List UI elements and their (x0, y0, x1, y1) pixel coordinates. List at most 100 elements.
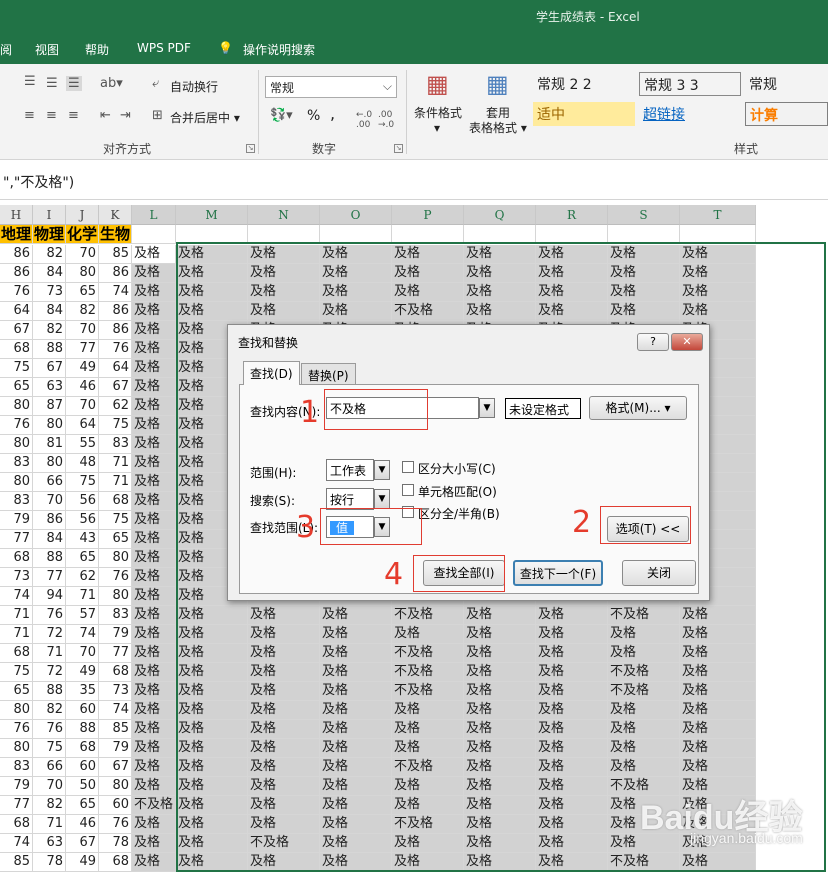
table-cell[interactable]: 及格 (680, 245, 756, 264)
table-cell[interactable]: 及格 (320, 834, 392, 853)
table-cell[interactable]: 及格 (464, 264, 536, 283)
table-cell[interactable]: 及格 (536, 606, 608, 625)
header-cell[interactable] (248, 225, 320, 244)
column-header-T[interactable]: T (680, 205, 756, 225)
table-cell[interactable]: 及格 (392, 264, 464, 283)
table-cell[interactable]: 80 (66, 264, 99, 283)
menu-item-1[interactable]: 视图 (35, 41, 59, 58)
table-cell[interactable]: 及格 (320, 283, 392, 302)
table-cell[interactable]: 及格 (464, 777, 536, 796)
table-cell[interactable]: 及格 (132, 549, 176, 568)
table-cell[interactable]: 及格 (680, 663, 756, 682)
table-cell[interactable]: 83 (0, 492, 33, 511)
table-cell[interactable]: 及格 (132, 473, 176, 492)
column-header-M[interactable]: M (176, 205, 248, 225)
table-cell[interactable]: 及格 (248, 644, 320, 663)
table-cell[interactable]: 及格 (320, 720, 392, 739)
table-cell[interactable]: 80 (99, 587, 132, 606)
table-cell[interactable]: 79 (0, 777, 33, 796)
table-cell[interactable]: 不及格 (392, 663, 464, 682)
table-cell[interactable]: 80 (99, 777, 132, 796)
table-cell[interactable]: 76 (99, 568, 132, 587)
table-cell[interactable]: 71 (99, 454, 132, 473)
table-cell[interactable]: 80 (0, 701, 33, 720)
table-cell[interactable]: 43 (66, 530, 99, 549)
table-cell[interactable]: 及格 (320, 853, 392, 872)
align-left-icon[interactable]: ≡ (24, 108, 35, 123)
table-cell[interactable]: 及格 (176, 701, 248, 720)
table-cell[interactable]: 86 (33, 511, 66, 530)
match-cell-checkbox[interactable] (402, 484, 414, 496)
scope-select[interactable]: 工作表 (326, 459, 374, 481)
search-select[interactable]: 按行 (326, 488, 374, 510)
table-cell[interactable]: 及格 (176, 739, 248, 758)
table-cell[interactable]: 70 (66, 245, 99, 264)
menu-item-0[interactable]: 阅 (0, 41, 12, 58)
menu-item-3[interactable]: WPS PDF (137, 41, 191, 55)
table-cell[interactable]: 及格 (248, 701, 320, 720)
table-cell[interactable]: 68 (66, 739, 99, 758)
table-cell[interactable]: 64 (66, 416, 99, 435)
table-cell[interactable]: 46 (66, 815, 99, 834)
help-button[interactable]: ? (637, 333, 669, 351)
table-cell[interactable]: 及格 (248, 853, 320, 872)
table-cell[interactable]: 及格 (176, 777, 248, 796)
table-cell[interactable]: 75 (99, 511, 132, 530)
table-cell[interactable]: 及格 (132, 264, 176, 283)
table-cell[interactable]: 82 (33, 245, 66, 264)
table-cell[interactable]: 68 (0, 644, 33, 663)
align-bottom-icon[interactable]: ☰ (66, 76, 82, 91)
table-cell[interactable]: 71 (99, 473, 132, 492)
table-cell[interactable]: 及格 (680, 758, 756, 777)
header-cell[interactable] (320, 225, 392, 244)
table-cell[interactable]: 80 (0, 739, 33, 758)
table-cell[interactable]: 81 (33, 435, 66, 454)
table-cell[interactable]: 及格 (132, 416, 176, 435)
table-cell[interactable]: 及格 (132, 359, 176, 378)
table-cell[interactable]: 不及格 (392, 815, 464, 834)
table-cell[interactable]: 74 (0, 834, 33, 853)
table-cell[interactable]: 88 (33, 340, 66, 359)
table-cell[interactable]: 及格 (464, 625, 536, 644)
align-middle-icon[interactable]: ☰ (46, 76, 58, 91)
table-cell[interactable]: 及格 (176, 245, 248, 264)
table-cell[interactable]: 60 (66, 758, 99, 777)
table-cell[interactable]: 及格 (248, 739, 320, 758)
table-cell[interactable]: 不及格 (608, 663, 680, 682)
table-cell[interactable]: 74 (99, 701, 132, 720)
table-cell[interactable]: 及格 (248, 606, 320, 625)
table-cell[interactable]: 71 (0, 606, 33, 625)
table-cell[interactable]: 及格 (608, 720, 680, 739)
table-cell[interactable]: 70 (66, 644, 99, 663)
table-cell[interactable]: 及格 (608, 245, 680, 264)
table-cell[interactable]: 及格 (392, 796, 464, 815)
close-icon[interactable]: ✕ (671, 333, 703, 351)
merge-center-button[interactable]: 合并后居中 ▾ (170, 109, 240, 126)
table-cell[interactable]: 及格 (248, 796, 320, 815)
table-cell[interactable]: 63 (33, 834, 66, 853)
table-cell[interactable]: 68 (0, 815, 33, 834)
table-cell[interactable]: 88 (33, 549, 66, 568)
table-cell[interactable]: 65 (66, 549, 99, 568)
table-cell[interactable]: 66 (33, 473, 66, 492)
table-cell[interactable]: 86 (99, 321, 132, 340)
table-cell[interactable]: 76 (0, 416, 33, 435)
table-cell[interactable]: 49 (66, 853, 99, 872)
table-cell[interactable]: 及格 (320, 815, 392, 834)
table-cell[interactable]: 80 (33, 454, 66, 473)
table-cell[interactable]: 及格 (320, 245, 392, 264)
table-cell[interactable]: 77 (0, 530, 33, 549)
table-cell[interactable]: 及格 (132, 701, 176, 720)
table-cell[interactable]: 及格 (320, 264, 392, 283)
table-cell[interactable]: 84 (33, 302, 66, 321)
table-cell[interactable]: 及格 (464, 834, 536, 853)
table-cell[interactable]: 及格 (392, 701, 464, 720)
table-cell[interactable]: 76 (99, 340, 132, 359)
table-cell[interactable]: 不及格 (392, 682, 464, 701)
table-cell[interactable]: 57 (66, 606, 99, 625)
table-cell[interactable]: 及格 (248, 815, 320, 834)
table-cell[interactable]: 不及格 (608, 853, 680, 872)
accounting-format-icon[interactable]: 💱▾ (270, 108, 293, 123)
table-cell[interactable]: 74 (66, 625, 99, 644)
table-cell[interactable]: 76 (33, 720, 66, 739)
